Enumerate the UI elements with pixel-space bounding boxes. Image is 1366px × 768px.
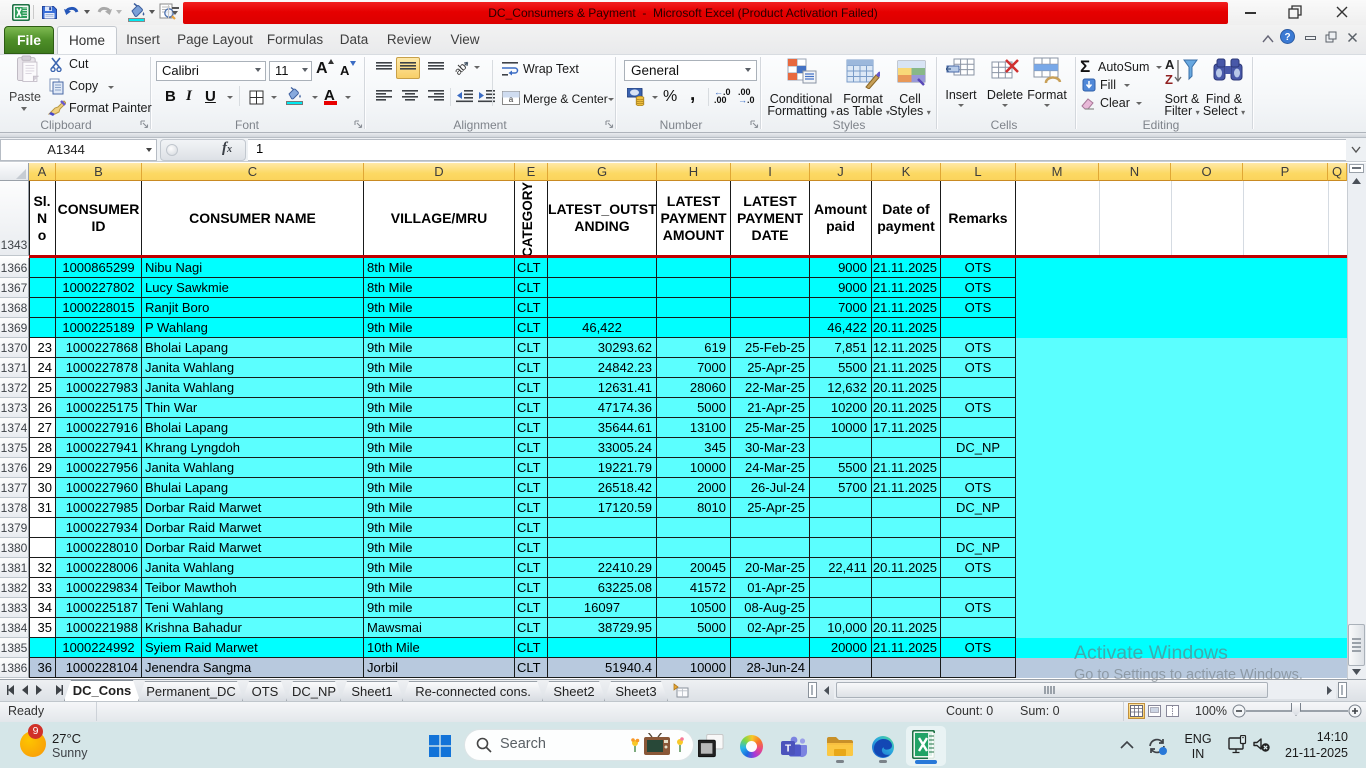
svg-text:T: T (785, 744, 791, 755)
svg-text:a: a (509, 95, 514, 104)
svg-text:A: A (1165, 57, 1175, 72)
svg-text:Z: Z (1165, 72, 1173, 86)
svg-text:?: ? (1284, 32, 1290, 43)
